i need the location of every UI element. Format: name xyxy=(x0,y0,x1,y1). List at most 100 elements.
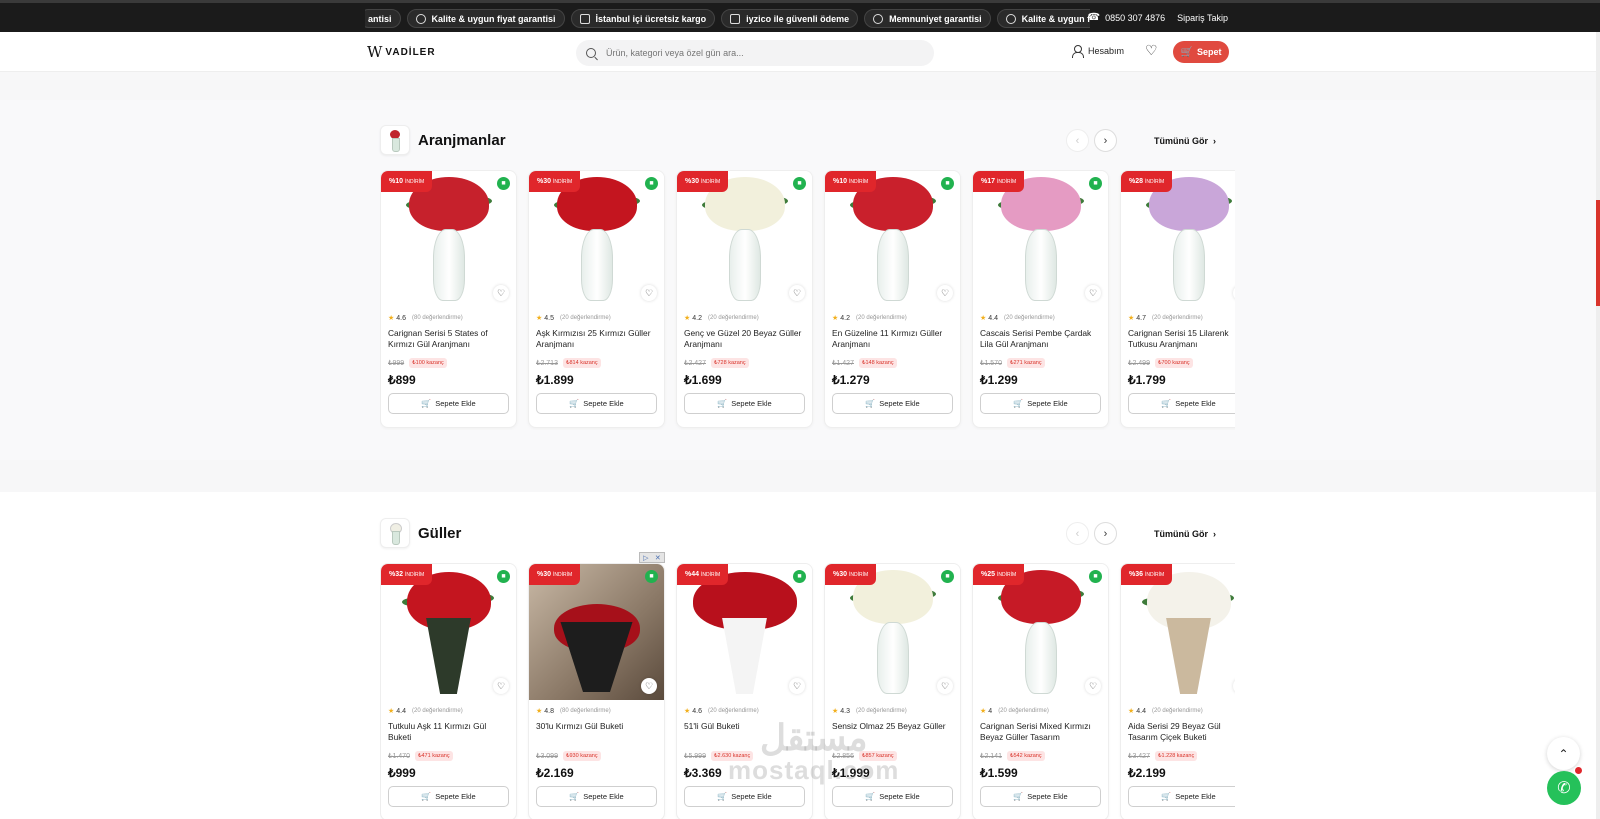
carousel-next-button[interactable]: › xyxy=(1094,522,1117,545)
top-links: ☎ 0850 307 4876 Sipariş Takip xyxy=(1088,12,1228,23)
announcement-bar: antisi Kalite & uygun fiyat garantisi İsta… xyxy=(0,0,1600,32)
product-name[interactable]: Aşk Kırmızısı 25 Kırmızı Güller Aranjman… xyxy=(536,328,657,350)
product-card[interactable]: %36İNDİRİM■♡ ★4.4 (20 değerlendirme) Aida S… xyxy=(1120,563,1235,819)
product-card[interactable]: %30 İNDİRİM ■ ♡ ★ 4.5 (20 değerlendirme) Aşk Kı… xyxy=(528,170,665,428)
product-image[interactable]: %30 İNDİRİM ■ ♡ xyxy=(529,564,664,700)
product-image[interactable]: %25 İNDİRİM ■ ♡ xyxy=(973,564,1108,700)
favorite-heart-icon[interactable]: ♡ xyxy=(937,285,953,301)
old-price: ₺1.570 xyxy=(980,360,1002,367)
product-name[interactable]: Cascais Serisi Pembe Çardak Lila Gül Ara… xyxy=(980,328,1101,350)
rating-value: 4.8 xyxy=(544,707,555,715)
product-card[interactable]: %30 İNDİRİM ■ ♡ ★ 4.8 (80 değerlendirme) 30'lu … xyxy=(528,563,665,819)
scrollbar-thumb[interactable] xyxy=(1596,200,1600,306)
price-old-row: ₺1.570 ₺271 kazanç xyxy=(980,358,1101,368)
logo[interactable]: W VADİLER xyxy=(367,43,436,61)
product-card[interactable]: %10 İNDİRİM ■ ♡ ★ 4.2 (20 değerlendirme) En Güz… xyxy=(824,170,961,428)
ad-choices-badge[interactable]: ▷ ✕ xyxy=(639,552,665,563)
product-image[interactable]: %30 İNDİRİM ■ ♡ xyxy=(677,171,812,307)
product-image[interactable]: %10 İNDİRİM ■ ♡ xyxy=(381,171,516,307)
product-name[interactable]: Aida Serisi 29 Beyaz Gül Tasarım Çiçek B… xyxy=(1128,721,1235,743)
product-card[interactable]: %17 İNDİRİM ■ ♡ ★ 4.4 (20 değerlendirme) Cascai… xyxy=(972,170,1109,428)
product-name[interactable]: Carignan Serisi Mixed Kırmızı Beyaz Güll… xyxy=(980,721,1101,743)
product-name[interactable]: 51'li Gül Buketi xyxy=(684,721,805,743)
add-to-cart-button[interactable]: 🛒 Sepete Ekle xyxy=(980,786,1101,807)
ticker-label: Kalite & uygun fiyat garantisi xyxy=(431,13,556,24)
product-card[interactable]: %25 İNDİRİM ■ ♡ ★ 4 (20 değerlendirme) Carignan… xyxy=(972,563,1109,819)
product-name[interactable]: Sensiz Olmaz 25 Beyaz Güller xyxy=(832,721,953,743)
add-to-cart-button[interactable]: 🛒 Sepete Ekle xyxy=(832,393,953,414)
favorite-heart-icon[interactable]: ♡ xyxy=(641,678,657,694)
product-image[interactable]: %32 İNDİRİM ■ ♡ xyxy=(381,564,516,700)
favorite-heart-icon[interactable]: ♡ xyxy=(493,678,509,694)
review-count: (20 değerlendirme) xyxy=(856,708,907,714)
add-to-cart-button[interactable]: 🛒 Sepete Ekle xyxy=(388,786,509,807)
savings-badge: ₺148 kazanç xyxy=(858,358,897,368)
product-card[interactable]: %44 İNDİRİM ■ ♡ ★ 4.6 (20 değerlendirme) 51'li … xyxy=(676,563,813,819)
carousel-next-button[interactable]: › xyxy=(1094,129,1117,152)
truck-icon xyxy=(579,13,590,24)
product-name[interactable]: En Güzeline 11 Kırmızı Güller Aranjmanı xyxy=(832,328,953,350)
favorite-heart-icon[interactable]: ♡ xyxy=(493,285,509,301)
add-to-cart-button[interactable]: 🛒 Sepete Ekle xyxy=(832,786,953,807)
scroll-to-top-button[interactable]: ⌃ xyxy=(1547,737,1580,770)
product-image[interactable]: %10 İNDİRİM ■ ♡ xyxy=(825,171,960,307)
favorite-heart-icon[interactable]: ♡ xyxy=(641,285,657,301)
add-to-cart-button[interactable]: 🛒 Sepete Ekle xyxy=(1128,393,1235,414)
product-name[interactable]: Tutkulu Aşk 11 Kırmızı Gül Buketi xyxy=(388,721,509,743)
product-name[interactable]: Carignan Serisi 5 States of Kırmızı Gül … xyxy=(388,328,509,350)
cart-icon: 🛒 xyxy=(717,399,728,408)
credit-card-icon xyxy=(730,13,741,24)
favorite-heart-icon[interactable]: ♡ xyxy=(789,285,805,301)
favorite-heart-icon[interactable]: ♡ xyxy=(937,678,953,694)
user-icon xyxy=(1072,45,1084,58)
add-to-cart-button[interactable]: 🛒 Sepete Ekle xyxy=(684,786,805,807)
chevron-right-icon: › xyxy=(1213,528,1216,539)
savings-badge: ₺271 kazanç xyxy=(1006,358,1045,368)
see-all-label: Tümünü Gör xyxy=(1154,528,1208,539)
see-all-link[interactable]: Tümünü Gör › xyxy=(1154,529,1216,539)
product-image[interactable]: %17 İNDİRİM ■ ♡ xyxy=(973,171,1108,307)
product-card[interactable]: %10 İNDİRİM ■ ♡ ★ 4.6 (80 değerlendirme) Carign… xyxy=(380,170,517,428)
see-all-link[interactable]: Tümünü Gör › xyxy=(1154,136,1216,146)
product-card[interactable]: %32 İNDİRİM ■ ♡ ★ 4.4 (20 değerlendirme) Tutkul… xyxy=(380,563,517,819)
product-image[interactable]: %30 İNDİRİM ■ ♡ xyxy=(825,564,960,700)
carousel-prev-button[interactable]: ‹ xyxy=(1066,129,1089,152)
add-to-cart-button[interactable]: 🛒 Sepete Ekle xyxy=(536,786,657,807)
product-image[interactable]: %28İNDİRİM■♡ xyxy=(1121,171,1235,307)
order-tracking-link[interactable]: Sipariş Takip xyxy=(1177,13,1228,23)
cart-button[interactable]: 🛒 Sepet xyxy=(1173,41,1229,63)
product-name[interactable]: 30'lu Kırmızı Gül Buketi xyxy=(536,721,657,743)
search-bar[interactable] xyxy=(576,40,934,66)
star-icon: ★ xyxy=(684,708,691,715)
product-name[interactable]: Carignan Serisi 15 Lilarenk Tutkusu Aran… xyxy=(1128,328,1235,350)
product-image[interactable]: %30 İNDİRİM ■ ♡ xyxy=(529,171,664,307)
favorite-heart-icon[interactable]: ♡ xyxy=(1085,678,1101,694)
product-image[interactable]: %44 İNDİRİM ■ ♡ xyxy=(677,564,812,700)
product-card[interactable]: %30 İNDİRİM ■ ♡ ★ 4.3 (20 değerlendirme) Sensiz… xyxy=(824,563,961,819)
account-link[interactable]: Hesabım xyxy=(1072,45,1124,58)
product-card[interactable]: %28İNDİRİM■♡ ★4.7 (20 değerlendirme) Carign… xyxy=(1120,170,1235,428)
phone-link[interactable]: 0850 307 4876 xyxy=(1105,13,1165,23)
carousel-prev-button[interactable]: ‹ xyxy=(1066,522,1089,545)
product-rating: ★ 4.5 (20 değerlendirme) xyxy=(536,314,657,323)
add-to-cart-button[interactable]: 🛒 Sepete Ekle xyxy=(1128,786,1235,807)
section-title: Güller xyxy=(418,524,462,542)
whatsapp-button[interactable]: ✆ xyxy=(1547,771,1581,805)
product-image[interactable]: %36İNDİRİM■♡ xyxy=(1121,564,1235,700)
search-input[interactable] xyxy=(606,48,906,58)
star-icon: ★ xyxy=(1128,708,1135,715)
favorite-heart-icon[interactable]: ♡ xyxy=(789,678,805,694)
cart-label: Sepet xyxy=(1196,47,1222,57)
favorite-heart-icon[interactable]: ♡ xyxy=(1085,285,1101,301)
product-card[interactable]: %30 İNDİRİM ■ ♡ ★ 4.2 (20 değerlendirme) Genç v… xyxy=(676,170,813,428)
add-to-cart-button[interactable]: 🛒 Sepete Ekle xyxy=(684,393,805,414)
free-shipping-truck-icon: ■ xyxy=(497,570,510,583)
price-old-row: ₺1.427 ₺148 kazanç xyxy=(832,358,953,368)
add-to-cart-button[interactable]: 🛒 Sepete Ekle xyxy=(980,393,1101,414)
add-to-cart-button[interactable]: 🛒 Sepete Ekle xyxy=(536,393,657,414)
product-name[interactable]: Genç ve Güzel 20 Beyaz Güller Aranjmanı xyxy=(684,328,805,350)
add-to-cart-button[interactable]: 🛒 Sepete Ekle xyxy=(388,393,509,414)
favorites-heart-icon[interactable]: ♡ xyxy=(1145,42,1158,59)
review-count: (80 değerlendirme) xyxy=(560,708,611,714)
page-scrollbar[interactable] xyxy=(1596,32,1600,819)
